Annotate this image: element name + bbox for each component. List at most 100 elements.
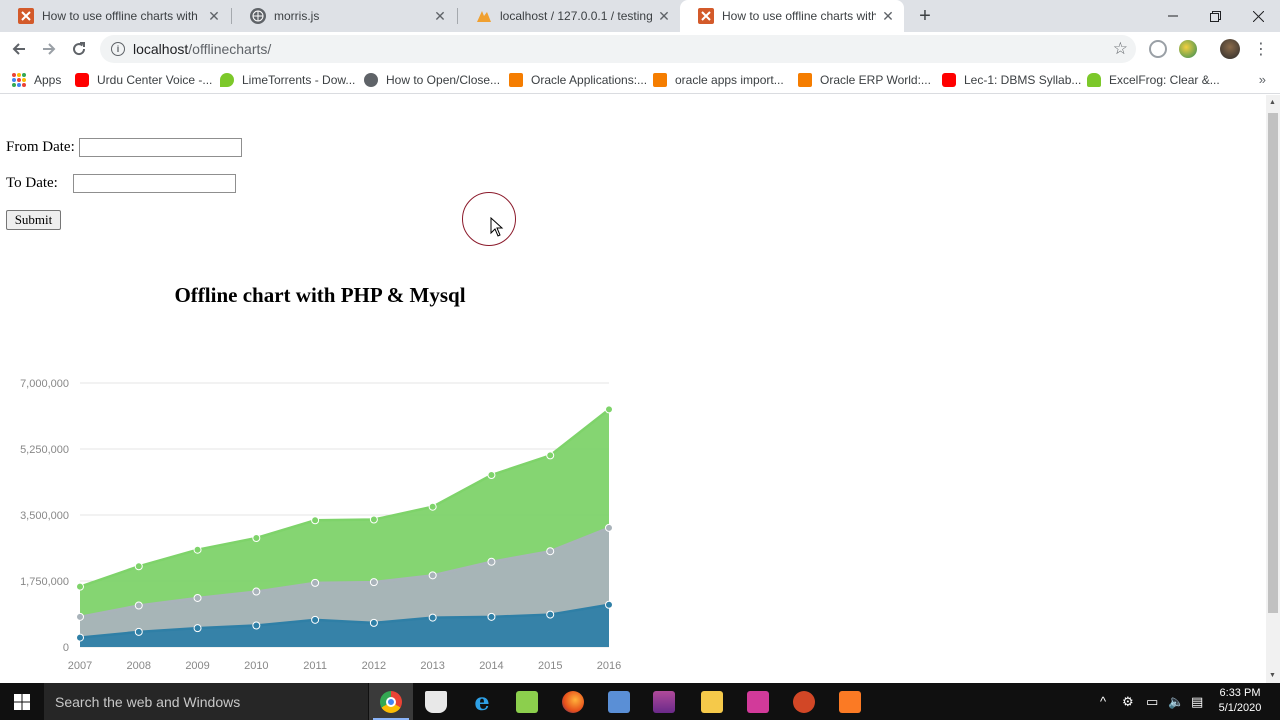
network-icon[interactable]: ⚙ [1122, 683, 1134, 720]
taskbar-clock[interactable]: 6:33 PM 5/1/2020 [1212, 686, 1268, 716]
y-tick-label: 0 [63, 642, 69, 654]
close-icon[interactable]: ✕ [656, 8, 672, 24]
battery-icon[interactable]: ▭ [1146, 683, 1158, 720]
new-tab-plus-icon[interactable]: + [914, 5, 936, 27]
close-icon[interactable]: ✕ [432, 8, 448, 24]
bookmarks-bar: Apps Urdu Center Voice -... LimeTorrents… [0, 66, 1280, 94]
back-arrow-icon[interactable] [7, 37, 31, 61]
data-point [134, 627, 143, 636]
scroll-down-arrow-icon[interactable]: ▼ [1269, 672, 1276, 679]
bookmark-limetorrents[interactable]: LimeTorrents - Dow... [220, 71, 355, 89]
y-tick-label: 3,500,000 [20, 510, 69, 522]
data-point [546, 547, 555, 556]
data-point [428, 571, 437, 580]
bookmark-how-to-open[interactable]: How to Open/Close... [364, 71, 500, 89]
vertical-scrollbar[interactable]: ▲ ▼ [1266, 95, 1280, 683]
windows-start-icon[interactable] [0, 683, 44, 720]
data-point [546, 451, 555, 460]
x-tick-label: 2007 [68, 660, 92, 672]
scrollbar-thumb[interactable] [1268, 113, 1278, 613]
menu-kebab-icon[interactable]: ⋮ [1249, 37, 1273, 61]
bookmark-star-icon[interactable]: ☆ [1113, 39, 1128, 59]
extension-icon[interactable] [1179, 40, 1197, 58]
address-bar[interactable]: i localhost/offlinecharts/ ☆ [100, 35, 1136, 63]
apps-grid-icon [12, 73, 26, 87]
powerpoint-icon[interactable] [782, 683, 826, 720]
x-tick-label: 2016 [597, 660, 621, 672]
x-tick-label: 2011 [303, 660, 327, 672]
x-tick-label: 2014 [479, 660, 503, 672]
calculator-icon[interactable] [597, 683, 641, 720]
tab-morris[interactable]: morris.js ✕ [232, 0, 456, 32]
window-close-icon[interactable] [1237, 0, 1280, 32]
volume-icon[interactable]: 🔈 [1168, 683, 1184, 720]
data-point [546, 610, 555, 619]
blogger-icon [653, 73, 667, 87]
data-point [311, 516, 320, 525]
submit-button[interactable]: Submit [6, 210, 61, 230]
forward-arrow-icon[interactable] [37, 37, 61, 61]
tab-strip: How to use offline charts with PHP ✕ mor… [0, 0, 1280, 32]
x-tick-label: 2010 [244, 660, 268, 672]
data-point [428, 502, 437, 511]
data-point [252, 621, 261, 630]
bookmark-oracle-apps-import[interactable]: oracle apps import... [653, 71, 784, 89]
xampp-icon[interactable] [828, 683, 872, 720]
firefox-icon[interactable] [551, 683, 595, 720]
bookmark-oracle-erp-world[interactable]: Oracle ERP World:... [798, 71, 931, 89]
snipping-icon[interactable] [736, 683, 780, 720]
data-point [134, 601, 143, 610]
tab-offline-charts-active[interactable]: How to use offline charts with PHP ✕ [680, 0, 904, 32]
close-icon[interactable]: ✕ [206, 8, 222, 24]
y-tick-label: 5,250,000 [20, 444, 69, 456]
x-tick-label: 2012 [362, 660, 386, 672]
to-date-input[interactable] [72, 174, 236, 193]
bookmark-excelfrog[interactable]: ExcelFrog: Clear &... [1087, 71, 1220, 89]
avatar[interactable] [1220, 39, 1240, 59]
from-date-input[interactable] [78, 138, 242, 157]
chart-title: Offline chart with PHP & Mysql [174, 283, 466, 307]
to-date-label: To Date: [6, 175, 58, 191]
phpmyadmin-icon [476, 8, 492, 24]
chrome-icon[interactable] [369, 683, 413, 720]
data-point [311, 615, 320, 624]
bookmark-urdu-center[interactable]: Urdu Center Voice -... [75, 71, 212, 89]
cursor-highlight-ring [462, 192, 516, 246]
tray-chevron-up-icon[interactable]: ^ [1100, 683, 1106, 720]
data-point [76, 612, 84, 621]
chevron-more-icon[interactable]: » [1259, 72, 1266, 87]
reload-icon[interactable] [67, 37, 91, 61]
x-tick-label: 2008 [127, 660, 151, 672]
x-tick-label: 2015 [538, 660, 562, 672]
x-tick-label: 2009 [185, 660, 209, 672]
java-icon[interactable] [414, 683, 458, 720]
file-explorer-icon[interactable] [690, 683, 734, 720]
notepadpp-icon[interactable] [505, 683, 549, 720]
tab-title: localhost / 127.0.0.1 / testing | phpMyA… [500, 9, 652, 23]
ie-icon[interactable]: e [460, 683, 504, 720]
taskbar-search-input[interactable]: Search the web and Windows [44, 683, 368, 720]
tab-offline-charts-1[interactable]: How to use offline charts with PHP ✕ [0, 0, 230, 32]
winrar-icon[interactable] [642, 683, 686, 720]
bookmark-oracle-applications[interactable]: Oracle Applications:... [509, 71, 647, 89]
close-icon[interactable]: ✕ [880, 8, 896, 24]
notifications-icon[interactable]: ▤ [1191, 683, 1203, 720]
android-icon [1087, 73, 1101, 87]
tab-phpmyadmin[interactable]: localhost / 127.0.0.1 / testing | phpMyA… [458, 0, 680, 32]
globe-icon [250, 8, 266, 24]
clock-time: 6:33 PM [1219, 687, 1261, 699]
info-icon[interactable]: i [111, 42, 125, 56]
youtube-icon [75, 73, 89, 87]
extension-globe-icon[interactable] [1149, 40, 1167, 58]
minimize-icon[interactable] [1151, 0, 1194, 32]
restore-icon[interactable] [1194, 0, 1237, 32]
xampp-favicon-icon [18, 8, 34, 24]
data-point [193, 624, 202, 633]
bookmark-dbms-syllabus[interactable]: Lec-1: DBMS Syllab... [942, 71, 1081, 89]
from-date-row: From Date: [6, 138, 242, 157]
scroll-up-arrow-icon[interactable]: ▲ [1269, 99, 1276, 106]
bookmark-apps[interactable]: Apps [12, 71, 61, 89]
blogger-icon [509, 73, 523, 87]
browser-toolbar: i localhost/offlinecharts/ ☆ ⋮ [0, 32, 1280, 66]
data-point [369, 618, 378, 627]
